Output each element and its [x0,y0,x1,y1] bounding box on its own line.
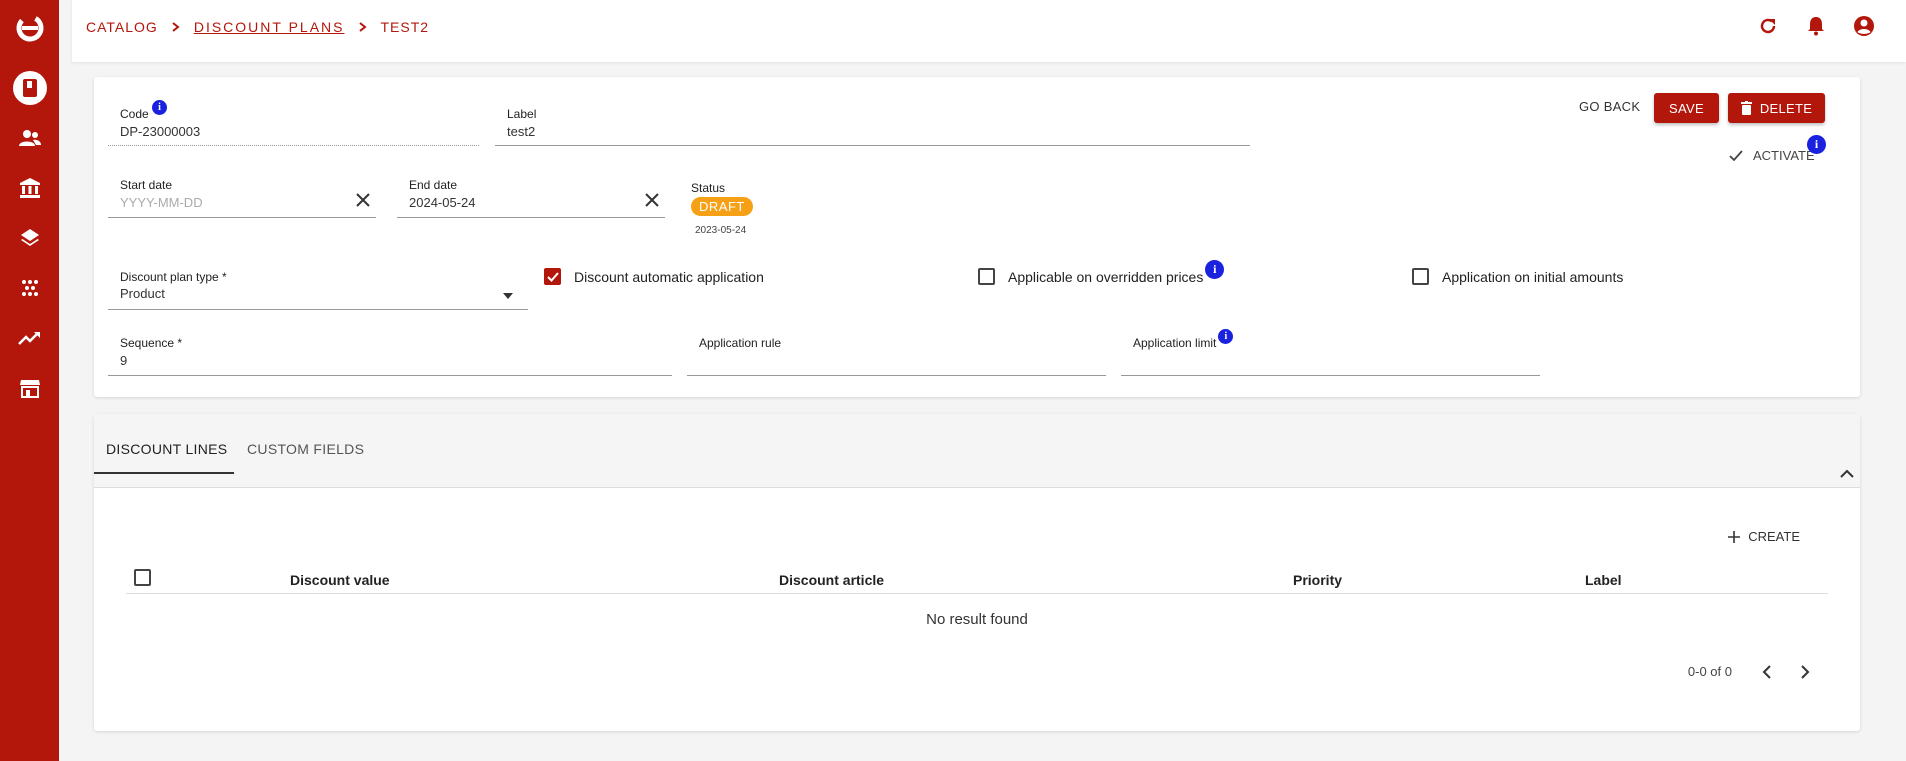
activate-info-icon[interactable]: i [1807,135,1826,154]
account-circle-icon[interactable] [1852,14,1876,38]
tab-custom-fields[interactable]: CUSTOM FIELDS [247,441,364,457]
activate-label: ACTIVATE [1753,148,1815,163]
info-icon[interactable]: i [1205,260,1225,279]
create-button[interactable]: CREATE [1728,529,1800,544]
end-date-label: End date [409,178,458,192]
sequence-value: 9 [120,353,128,368]
storefront-icon [19,380,40,398]
code-label-text: Code [120,107,149,121]
trash-icon [1740,101,1752,115]
discount-plan-type-label: Discount plan type * [120,270,227,284]
discount-lines-panel: DISCOUNT LINES CUSTOM FIELDS CREATE Disc… [94,414,1860,731]
initial-amounts-checkbox[interactable]: Application on initial amounts [1412,268,1623,285]
breadcrumb-discount-plans[interactable]: DISCOUNT PLANS [194,19,345,35]
sidebar-item-customers[interactable] [0,113,59,163]
app-logo-icon[interactable] [15,13,45,43]
sidebar-item-catalog[interactable] [0,63,59,113]
automatic-application-label: Discount automatic application [574,268,764,285]
sidebar-item-finance[interactable] [0,163,59,213]
code-label: Code i [120,100,168,121]
sidebar-item-dots[interactable] [0,263,59,313]
refresh-icon[interactable] [1756,14,1780,38]
sidebar-item-layers[interactable] [0,213,59,263]
end-date-value: 2024-05-24 [409,195,476,210]
checkbox-unchecked-icon[interactable] [978,268,995,285]
label-value: test2 [507,124,536,139]
empty-state: No result found [926,611,1028,628]
chevron-up-icon[interactable] [1840,466,1854,481]
overridden-prices-label: Applicable on overridden prices [1008,268,1204,285]
dots-grid-icon [21,280,38,296]
tab-discount-lines[interactable]: DISCOUNT LINES [106,441,227,457]
chevron-right-icon[interactable] [1801,664,1810,679]
discount-plan-type-value: Product [120,286,165,301]
clear-end-date-icon[interactable] [642,190,662,210]
check-icon [1729,149,1743,161]
overridden-prices-checkbox[interactable]: Applicable on overridden prices i [978,260,1225,285]
code-field[interactable]: Code i DP-23000003 [108,100,479,146]
select-all-checkbox[interactable] [134,569,151,586]
pagination: 0-0 of 0 [1688,664,1810,679]
application-limit-label-text: Application limit [1133,336,1217,350]
column-label[interactable]: Label [1585,572,1622,588]
table-header: Discount value Discount article Priority… [126,564,1828,594]
breadcrumb-catalog[interactable]: CATALOG [86,19,158,35]
status-label: Status [691,181,726,195]
chevron-right-icon [172,20,180,35]
sequence-field[interactable]: Sequence * 9 [108,336,672,376]
start-date-label: Start date [120,178,173,192]
book-icon [12,71,47,105]
chevron-left-icon[interactable] [1762,664,1771,679]
initial-amounts-label: Application on initial amounts [1442,268,1624,285]
breadcrumb-current: TEST2 [380,19,430,35]
chevron-right-icon [358,20,367,35]
application-rule-field[interactable]: Application rule [687,336,1106,376]
header-actions [1756,14,1876,38]
automatic-application-checkbox[interactable]: Discount automatic application [544,268,764,285]
users-icon [18,130,41,146]
clear-start-date-icon[interactable] [353,190,373,210]
active-tab-indicator [94,472,234,474]
pagination-range: 0-0 of 0 [1687,664,1732,679]
dropdown-arrow-icon [503,287,513,302]
discount-plan-form: Code i DP-23000003 Label test2 GO BACK S… [94,77,1860,397]
sequence-label: Sequence * [120,336,183,350]
delete-button[interactable]: DELETE [1728,93,1825,123]
application-rule-label: Application rule [699,336,782,350]
bell-icon[interactable] [1804,14,1828,38]
column-discount-article[interactable]: Discount article [779,572,884,588]
go-back-button[interactable]: GO BACK [1579,99,1640,114]
checkbox-checked-icon[interactable] [544,268,561,285]
top-header: CATALOG DISCOUNT PLANS TEST2 [72,0,1906,62]
start-date-field[interactable]: Start date YYYY-MM-DD [108,178,376,218]
discount-plan-type-select[interactable]: Discount plan type * Product [108,270,528,310]
sidebar-item-reports[interactable] [0,313,59,363]
column-priority[interactable]: Priority [1293,572,1342,588]
layers-icon [20,229,39,246]
info-icon[interactable]: i [152,100,168,115]
code-value: DP-23000003 [120,124,201,139]
column-discount-value[interactable]: Discount value [290,572,390,588]
checkbox-unchecked-icon[interactable] [1412,268,1429,285]
trending-up-icon [17,332,40,345]
status-badge: DRAFT [691,197,753,216]
end-date-field[interactable]: End date 2024-05-24 [397,178,665,218]
sidebar-item-store[interactable] [0,363,59,413]
plus-icon [1728,530,1741,543]
create-label: CREATE [1748,529,1800,544]
info-icon[interactable]: i [1218,329,1234,344]
label-field-label: Label [507,107,537,121]
delete-label: DELETE [1759,100,1813,116]
tabs-bar: DISCOUNT LINES CUSTOM FIELDS [94,414,1860,488]
label-field[interactable]: Label test2 [495,107,1250,146]
application-limit-label: Application limit i [1133,329,1234,350]
activate-button[interactable]: ACTIVATE [1729,148,1815,163]
bank-icon [19,178,40,198]
sidebar [0,0,59,761]
save-button[interactable]: SAVE [1654,93,1719,123]
start-date-placeholder: YYYY-MM-DD [120,195,203,210]
application-limit-field[interactable]: Application limit i [1121,329,1540,376]
status-date: 2023-05-24 [695,225,747,236]
breadcrumb: CATALOG DISCOUNT PLANS TEST2 [86,19,429,35]
